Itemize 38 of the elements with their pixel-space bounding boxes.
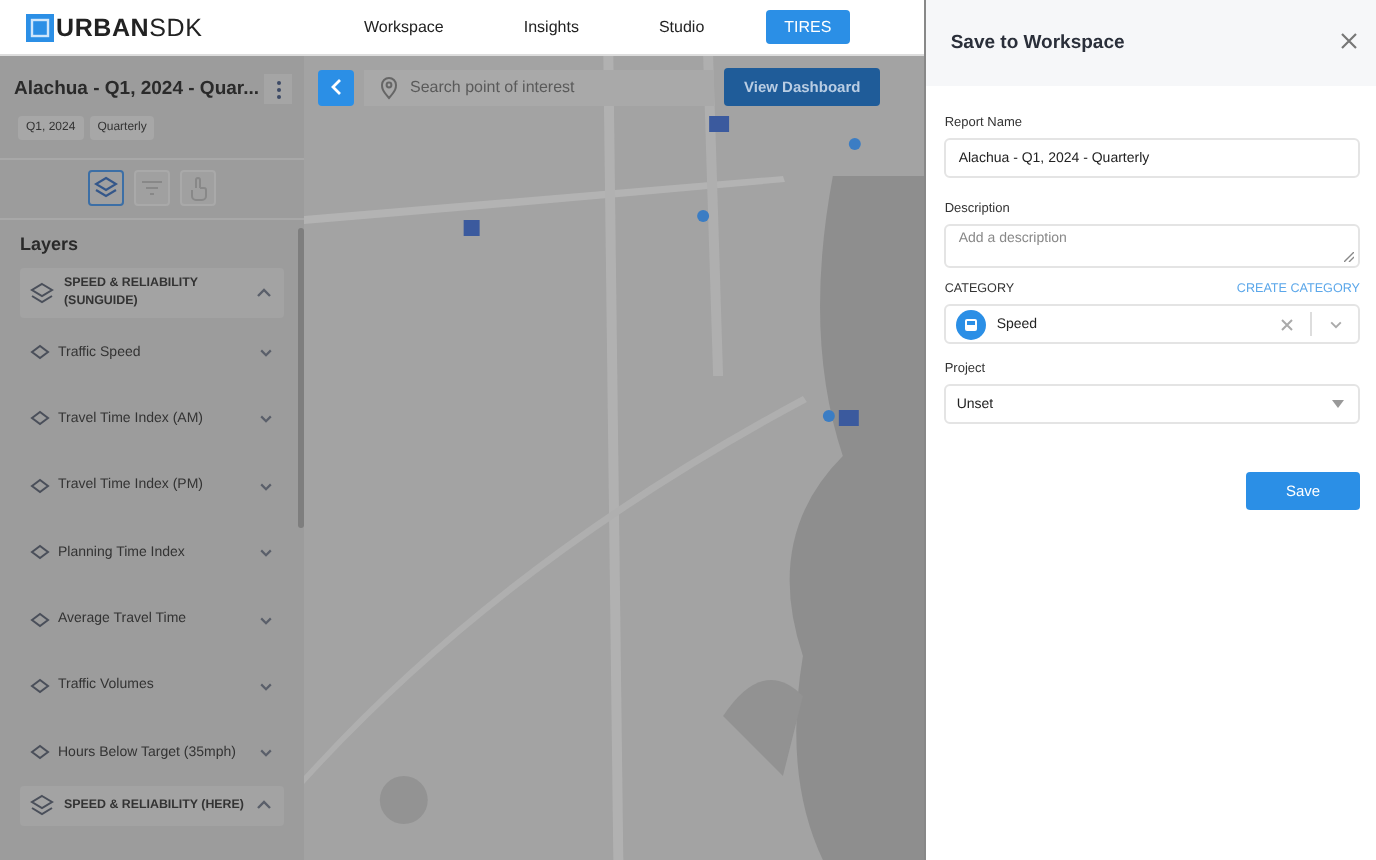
diamond-icon <box>30 477 50 494</box>
layers-icon <box>30 281 54 306</box>
logo-icon <box>26 13 54 41</box>
filter-tab[interactable] <box>134 170 170 206</box>
more-icon <box>275 79 281 99</box>
chevron-icon <box>258 744 274 761</box>
nav-tab[interactable]: Workspace <box>346 10 462 44</box>
diamond-icon <box>30 744 50 761</box>
back-button[interactable] <box>318 69 354 105</box>
chevron-icon <box>258 410 274 427</box>
dialog-title: Save to Workspace <box>950 32 1125 54</box>
nav-tab[interactable]: Studio <box>640 10 723 44</box>
resize-handle-icon[interactable] <box>1344 252 1354 262</box>
diamond-icon <box>30 344 50 361</box>
chevron-icon <box>258 344 274 361</box>
close-icon <box>1340 32 1358 50</box>
nav-tab[interactable]: TIRES <box>766 10 850 44</box>
layers-icon <box>94 176 118 200</box>
diamond-icon <box>30 544 50 561</box>
report-title: Alachua - Q1, 2024 - Quar... <box>14 78 259 100</box>
search-field[interactable]: Search point of interest <box>364 69 714 105</box>
more-button[interactable] <box>264 74 292 104</box>
back-icon <box>330 78 342 96</box>
filter-icon <box>140 178 164 198</box>
diamond-icon <box>30 677 50 694</box>
hand-tab[interactable] <box>180 170 216 206</box>
chevron-icon <box>258 544 274 561</box>
caret-icon <box>1332 400 1344 408</box>
hand-icon <box>188 175 208 201</box>
nav-tab[interactable]: Insights <box>505 10 597 44</box>
layers-heading: Layers <box>20 234 81 254</box>
logo-text: URBANSDK <box>56 13 203 41</box>
diamond-icon <box>30 410 50 427</box>
diamond-icon <box>30 611 50 628</box>
layers-icon <box>30 794 54 819</box>
layers-tab[interactable] <box>88 170 124 206</box>
clear-icon[interactable] <box>1280 317 1294 331</box>
chevron-icon[interactable] <box>1328 316 1344 332</box>
